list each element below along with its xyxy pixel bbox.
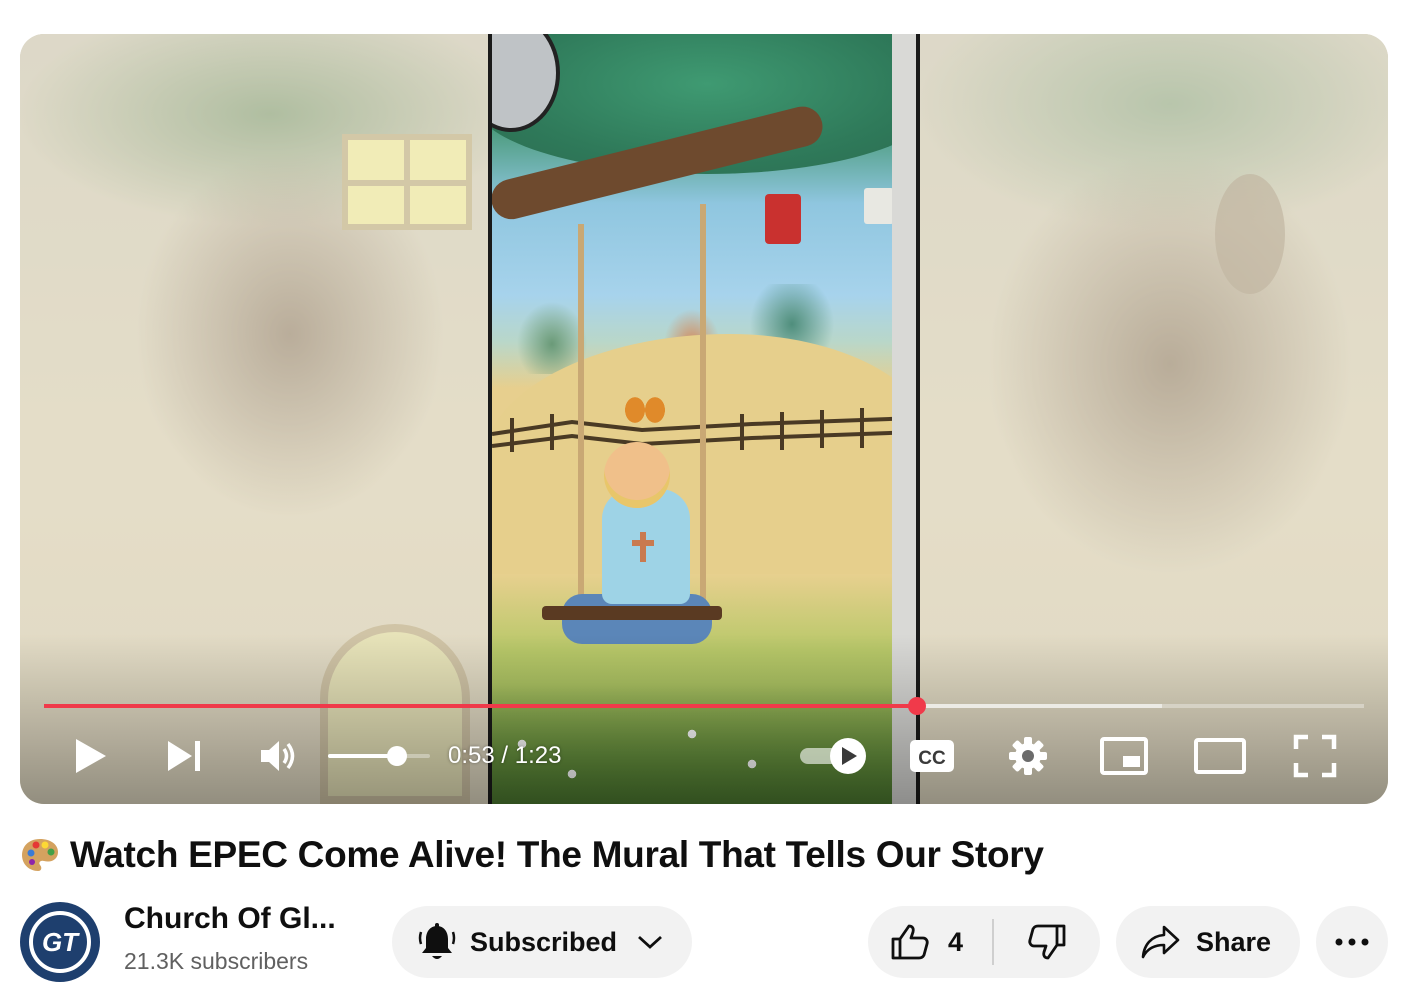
autoplay-toggle-icon (800, 738, 866, 774)
like-count: 4 (948, 926, 964, 957)
captions-label: CC (918, 748, 946, 769)
channel-name[interactable]: Church Of Gl... (124, 902, 336, 936)
captions-button[interactable]: CC (904, 734, 960, 778)
channel-avatar[interactable]: GT (20, 902, 100, 982)
mute-button[interactable] (254, 734, 304, 778)
chevron-down-icon (638, 935, 662, 949)
settings-button[interactable] (1000, 734, 1056, 778)
subscribed-button[interactable]: Subscribed (392, 906, 692, 978)
time-display: 0:53 / 1:23 (448, 738, 561, 774)
share-button[interactable]: Share (1116, 906, 1300, 978)
time-separator: / (494, 742, 515, 769)
theater-mode-button[interactable] (1188, 734, 1252, 778)
video-title-text: Watch EPEC Come Alive! The Mural That Te… (70, 834, 1044, 875)
volume-icon (261, 741, 295, 771)
time-current: 0:53 (448, 742, 495, 769)
mural-kid-head (604, 442, 670, 508)
fullscreen-button[interactable] (1286, 734, 1344, 778)
progress-bar[interactable] (44, 697, 1364, 715)
play-icon (76, 739, 106, 773)
share-icon (1141, 925, 1180, 959)
subscriber-count: 21.3K subscribers (124, 948, 309, 974)
thumbs-up-icon (891, 924, 929, 960)
subscribed-label: Subscribed (470, 926, 618, 957)
progress-played (44, 704, 917, 708)
time-total: 1:23 (514, 742, 562, 769)
more-horizontal-icon (1335, 938, 1369, 946)
cross-icon (632, 532, 654, 562)
swing-seat (542, 606, 722, 620)
bell-icon (418, 923, 456, 959)
swing-rope-left (578, 224, 584, 624)
like-button[interactable]: 4 (868, 906, 992, 978)
video-player[interactable]: 0:53 / 1:23 CC (20, 34, 1388, 804)
swing-rope-right (700, 204, 706, 624)
gear-icon (1009, 737, 1047, 775)
theater-mode-icon (1194, 738, 1246, 774)
channel-logo-text: GT (41, 926, 79, 957)
play-button[interactable] (66, 734, 116, 778)
volume-slider[interactable] (328, 746, 430, 766)
autoplay-toggle[interactable] (794, 734, 870, 778)
like-dislike-group: 4 (868, 906, 1100, 978)
share-label: Share (1196, 926, 1272, 957)
video-title: Watch EPEC Come Alive! The Mural That Te… (20, 830, 1044, 880)
next-icon (168, 741, 200, 771)
butterfly-icon (620, 390, 670, 430)
more-actions-button[interactable] (1316, 906, 1388, 978)
artist-palette-icon (22, 839, 58, 871)
dislike-button[interactable] (994, 906, 1100, 978)
light-switch (864, 188, 894, 224)
fullscreen-icon (1293, 734, 1337, 778)
miniplayer-icon (1100, 737, 1148, 775)
thumbs-down-icon (1028, 924, 1066, 960)
next-button[interactable] (160, 734, 210, 778)
fire-alarm (765, 194, 801, 244)
miniplayer-button[interactable] (1094, 734, 1154, 778)
progress-scrubber[interactable] (907, 697, 926, 715)
controls-gradient (20, 634, 1388, 804)
channel-logo: GT (29, 911, 91, 973)
captions-icon: CC (910, 740, 954, 772)
